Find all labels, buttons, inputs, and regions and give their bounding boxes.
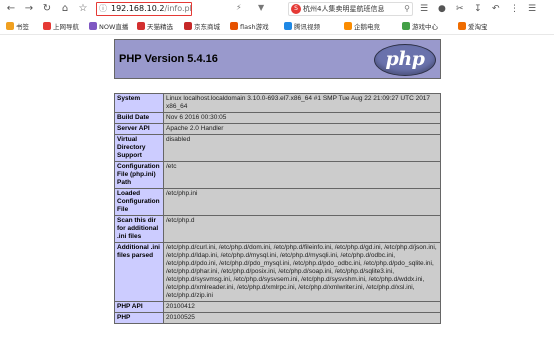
page-info-icon[interactable]: ⓘ bbox=[99, 3, 107, 15]
extension-icon[interactable]: ☰ bbox=[420, 2, 428, 16]
config-key: PHP API bbox=[114, 301, 164, 313]
esports-icon bbox=[344, 22, 352, 30]
bookmark-item[interactable]: 游戏中心 bbox=[402, 22, 438, 33]
php-logo[interactable]: php bbox=[374, 44, 436, 76]
address-bar[interactable]: ⓘ 192.168.10.2/info.php bbox=[96, 2, 192, 16]
address-host: 192.168.10.2 bbox=[111, 4, 165, 13]
bookmark-item[interactable]: flash游戏 bbox=[230, 22, 269, 33]
config-key: Virtual Directory Support bbox=[114, 134, 164, 162]
config-key: Configuration File (php.ini) Path bbox=[114, 161, 164, 189]
table-row: Build Date Nov 6 2016 00:30:05 bbox=[114, 112, 441, 124]
table-row: PHP 20100525 bbox=[114, 312, 441, 324]
news-text: 杭州4人集卖明星航班信息 bbox=[303, 5, 385, 13]
table-row: PHP API 20100412 bbox=[114, 301, 441, 313]
address-path: /info.php bbox=[164, 4, 191, 13]
bookmark-item[interactable]: NOW直播 bbox=[89, 22, 128, 33]
bookmark-item[interactable]: 书签 bbox=[6, 22, 29, 33]
star-icon bbox=[6, 22, 14, 30]
config-key: Loaded Configuration File bbox=[114, 188, 164, 216]
config-key: PHP bbox=[114, 312, 164, 324]
bookmark-item[interactable]: 企鹅电竞 bbox=[344, 22, 380, 33]
bookmarks-bar: 书签 上网导航 NOW直播 天猫精选 京东商城 flash游戏 腾讯视频 企鹅电… bbox=[0, 19, 554, 35]
page-title: PHP Version 5.4.16 bbox=[119, 53, 218, 65]
taobao-icon bbox=[458, 22, 466, 30]
flash-icon bbox=[230, 22, 238, 30]
reload-icon[interactable]: ↻ bbox=[40, 2, 54, 16]
menu-icon[interactable]: ☰ bbox=[528, 2, 536, 16]
tmall-icon bbox=[137, 22, 145, 30]
forward-icon[interactable]: → bbox=[22, 2, 36, 16]
bookmark-item[interactable]: 天猫精选 bbox=[137, 22, 173, 33]
config-value: /etc/php.d bbox=[163, 215, 441, 243]
download-icon[interactable]: ↧ bbox=[474, 2, 482, 16]
video-icon bbox=[284, 22, 292, 30]
page-content: PHP Version 5.4.16 php System Linux local… bbox=[0, 36, 554, 348]
game-extension-icon[interactable]: ● bbox=[438, 2, 446, 16]
config-value: /etc/php.d/curl.ini, /etc/php.d/dom.ini,… bbox=[163, 242, 441, 302]
bookmark-item[interactable]: 腾讯视频 bbox=[284, 22, 320, 33]
back-icon[interactable]: ← bbox=[4, 2, 18, 16]
dropdown-icon[interactable]: ▼ bbox=[258, 3, 264, 12]
undo-icon[interactable]: ↶ bbox=[492, 2, 500, 16]
browser-toolbar: ← → ↻ ⌂ ☆ ⓘ 192.168.10.2/info.php ⚡ ▼ S 杭… bbox=[0, 0, 554, 18]
config-key: Scan this dir for additional .ini files bbox=[114, 215, 164, 243]
config-value: Linux localhost.localdomain 3.10.0-693.e… bbox=[163, 93, 441, 113]
live-icon bbox=[89, 22, 97, 30]
bookmark-star-icon[interactable]: ☆ bbox=[76, 2, 90, 16]
config-value: Nov 6 2016 00:30:05 bbox=[163, 112, 441, 124]
search-icon[interactable]: ⚲ bbox=[404, 3, 410, 15]
config-value: disabled bbox=[163, 134, 441, 162]
lightning-icon[interactable]: ⚡ bbox=[236, 3, 242, 12]
cut-icon[interactable]: ✂ bbox=[456, 2, 464, 16]
table-row: Loaded Configuration File/etc/php.ini bbox=[114, 188, 441, 216]
table-row: Configuration File (php.ini) Path/etc bbox=[114, 161, 441, 189]
php-version-header: PHP Version 5.4.16 php bbox=[114, 39, 441, 79]
bookmark-item[interactable]: 上网导航 bbox=[43, 22, 79, 33]
phpinfo-table: System Linux localhost.localdomain 3.10.0… bbox=[114, 93, 441, 324]
bookmark-item[interactable]: 京东商城 bbox=[184, 22, 220, 33]
more-icon[interactable]: ⋮ bbox=[510, 2, 519, 16]
table-row: System Linux localhost.localdomain 3.10.0… bbox=[114, 93, 441, 113]
table-row: Scan this dir for additional .ini files /… bbox=[114, 215, 441, 243]
news-search-box[interactable]: S 杭州4人集卖明星航班信息 ⚲ bbox=[288, 2, 413, 16]
config-key: Build Date bbox=[114, 112, 164, 124]
jd-icon bbox=[184, 22, 192, 30]
config-value: 20100525 bbox=[163, 312, 441, 324]
config-key: Additional .ini files parsed bbox=[114, 242, 164, 302]
table-row: Server API Apache 2.0 Handler bbox=[114, 123, 441, 135]
config-key: System bbox=[114, 93, 164, 113]
config-value: Apache 2.0 Handler bbox=[163, 123, 441, 135]
config-value: /etc bbox=[163, 161, 441, 189]
bookmark-item[interactable]: 爱淘宝 bbox=[458, 22, 488, 33]
home-icon[interactable]: ⌂ bbox=[58, 2, 72, 16]
table-row: Virtual Directory Support disabled bbox=[114, 134, 441, 162]
config-key: Server API bbox=[114, 123, 164, 135]
table-row: Additional .ini files parsed/etc/php.d/c… bbox=[114, 242, 441, 302]
config-value: 20100412 bbox=[163, 301, 441, 313]
php-logo-text: php bbox=[385, 48, 425, 70]
game-icon bbox=[402, 22, 410, 30]
nav-icon bbox=[43, 22, 51, 30]
config-value: /etc/php.ini bbox=[163, 188, 441, 216]
news-badge-icon: S bbox=[291, 4, 301, 14]
